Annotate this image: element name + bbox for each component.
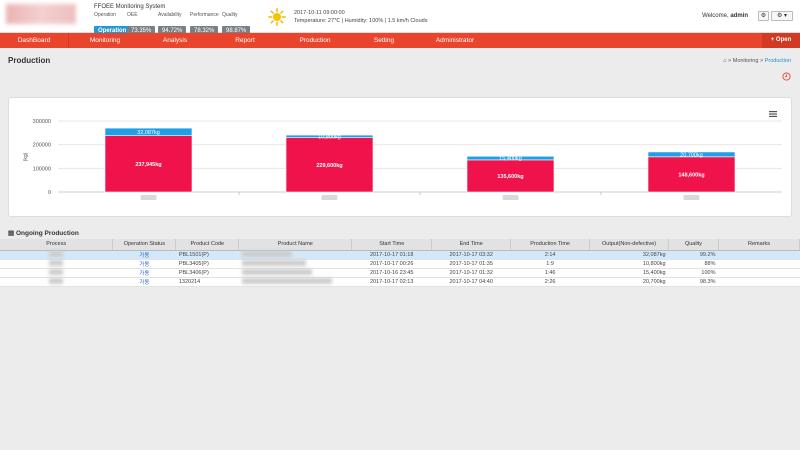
product-code-cell: PBL3406(P): [175, 268, 239, 278]
start-time-cell: 2017-10-16 23:45: [351, 268, 432, 278]
output-cell: 10,800kg: [589, 259, 669, 269]
nav-setting[interactable]: Setting: [349, 33, 419, 48]
product-code-cell: 1320214: [175, 277, 239, 287]
col-operation-status[interactable]: Operation Status: [112, 239, 177, 251]
process-cell: [0, 259, 113, 269]
operation-status-cell[interactable]: 가동: [112, 268, 176, 278]
main-nav: DashBoard Monitoring Analysis Report Pro…: [0, 33, 800, 48]
nav-report[interactable]: Report: [209, 33, 281, 48]
col-production-time[interactable]: Production Time: [510, 239, 591, 251]
process-cell: [0, 277, 113, 287]
top-header: FFOEE Monitoring System Operation Operat…: [0, 0, 800, 36]
table-row[interactable]: 가동 PBL3405(P) 2017-10-17 00:26 2017-10-1…: [0, 259, 800, 269]
col-remarks[interactable]: Remarks: [718, 239, 800, 251]
welcome-text: Welcome, admin: [702, 13, 748, 19]
nav-dashboard[interactable]: DashBoard: [0, 33, 68, 48]
nav-monitoring[interactable]: Monitoring: [69, 33, 141, 48]
page-background: [0, 298, 800, 450]
home-icon[interactable]: ⌂: [723, 58, 726, 64]
operation-status-cell[interactable]: 가동: [112, 250, 176, 260]
start-time-cell: 2017-10-17 02:13: [351, 277, 432, 287]
weather-datetime: 2017-10-11 09:00:00: [294, 10, 345, 16]
process-cell: [0, 250, 113, 260]
production-chart-panel: [8, 97, 792, 217]
table-header-row: Process Operation Status Product Code Pr…: [0, 239, 800, 251]
remarks-cell: [718, 250, 800, 260]
process-cell: [0, 268, 113, 278]
nav-production[interactable]: Production: [281, 33, 349, 48]
operation-status-cell[interactable]: 가동: [112, 277, 176, 287]
breadcrumb-separator: >: [759, 58, 764, 64]
settings-button[interactable]: ⚙: [758, 11, 769, 21]
kpi-label: Operation: [94, 12, 116, 18]
system-title: FFOEE Monitoring System: [94, 4, 166, 10]
output-cell: 20,700kg: [589, 277, 669, 287]
end-time-cell: 2017-10-17 01:35: [431, 259, 511, 269]
end-time-cell: 2017-10-17 01:32: [431, 268, 511, 278]
table-row[interactable]: 가동 1320214 2017-10-17 02:13 2017-10-17 0…: [0, 277, 800, 287]
refresh-icon[interactable]: [782, 72, 791, 81]
col-product-code[interactable]: Product Code: [175, 239, 240, 251]
kpi-label: Performance: [190, 12, 219, 18]
table-row[interactable]: 가동 PBL3406(P) 2017-10-16 23:45 2017-10-1…: [0, 268, 800, 278]
company-logo[interactable]: [6, 4, 76, 24]
sun-icon: [268, 8, 286, 26]
breadcrumb-production: Production: [764, 58, 791, 64]
welcome-user: admin: [730, 13, 748, 19]
kpi-label: OEE: [127, 12, 138, 18]
chart-menu-icon[interactable]: [769, 111, 777, 117]
start-time-cell: 2017-10-17 01:18: [351, 250, 432, 260]
output-cell: 15,400kg: [589, 268, 669, 278]
table-row[interactable]: 가동 PBL1501(P) 2017-10-17 01:18 2017-10-1…: [0, 250, 800, 260]
col-start-time[interactable]: Start Time: [351, 239, 433, 251]
open-button[interactable]: + Open: [762, 33, 800, 48]
remarks-cell: [718, 259, 800, 269]
quality-cell: 98.3%: [668, 277, 719, 287]
production-time-cell: 1:9: [510, 259, 590, 269]
weather-info: 2017-10-11 09:00:00 Temperature: 27℃ | H…: [294, 9, 427, 25]
weather-detail: Temperature: 27℃ | Humidity: 100% | 1.5 …: [294, 18, 428, 24]
product-code-cell: PBL3405(P): [175, 259, 239, 269]
product-name-cell: [238, 268, 352, 278]
col-product-name[interactable]: Product Name: [238, 239, 353, 251]
output-cell: 32,087kg: [589, 250, 669, 260]
production-time-cell: 1:46: [510, 268, 590, 278]
col-output[interactable]: Output(Non-defective): [589, 239, 670, 251]
quality-cell: 100%: [668, 268, 719, 278]
product-name-cell: [238, 259, 352, 269]
nav-analysis[interactable]: Analysis: [141, 33, 209, 48]
quality-cell: 99.2%: [668, 250, 719, 260]
end-time-cell: 2017-10-17 03:32: [431, 250, 511, 260]
ongoing-production-table: Process Operation Status Product Code Pr…: [0, 239, 800, 287]
breadcrumb: ⌂ > Monitoring > Production: [723, 58, 791, 64]
document-icon: ▤: [8, 230, 15, 237]
welcome-prefix: Welcome,: [702, 13, 729, 19]
page-title: Production: [8, 56, 51, 65]
operation-status-cell[interactable]: 가동: [112, 259, 176, 269]
start-time-cell: 2017-10-17 00:26: [351, 259, 432, 269]
production-time-cell: 2:14: [510, 250, 590, 260]
col-end-time[interactable]: End Time: [431, 239, 512, 251]
nav-administrator[interactable]: Administrator: [419, 33, 491, 48]
product-name-cell: [238, 277, 352, 287]
breadcrumb-separator: >: [727, 58, 732, 64]
col-process[interactable]: Process: [0, 239, 114, 251]
remarks-cell: [718, 268, 800, 278]
page-header: Production ⌂ > Monitoring > Production: [0, 48, 800, 84]
breadcrumb-monitoring[interactable]: Monitoring: [733, 58, 759, 64]
kpi-label: Availability: [158, 12, 182, 18]
end-time-cell: 2017-10-17 04:40: [431, 277, 511, 287]
col-quality[interactable]: Quality: [668, 239, 719, 251]
quality-cell: 88%: [668, 259, 719, 269]
product-name-cell: [238, 250, 352, 260]
kpi-label: Quality: [222, 12, 238, 18]
production-time-cell: 2:26: [510, 277, 590, 287]
ongoing-production-label: Ongoing Production: [15, 230, 79, 237]
ongoing-production-title: ▤ Ongoing Production: [8, 229, 79, 237]
remarks-cell: [718, 277, 800, 287]
product-code-cell: PBL1501(P): [175, 250, 239, 260]
gear-dropdown-button[interactable]: ⚙ ▾: [771, 11, 793, 21]
